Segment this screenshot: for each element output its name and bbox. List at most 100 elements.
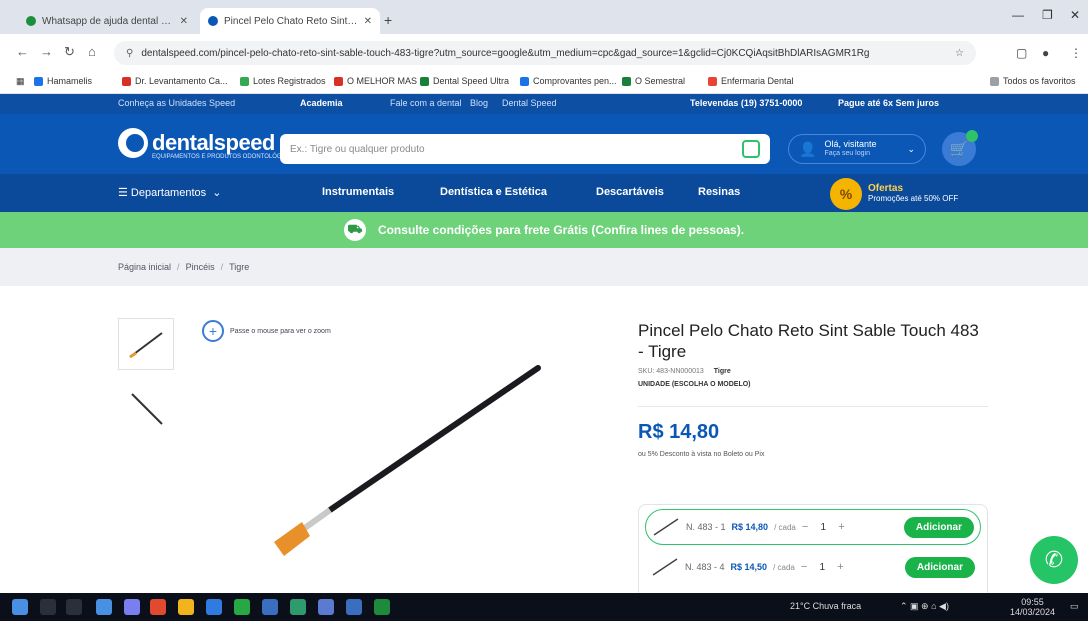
bookmark-item[interactable]: O Semestral: [622, 76, 685, 86]
brush-bristles: [274, 522, 310, 556]
os-taskbar: 21°C Chuva fraca ⌃ ▣ ⊕ ⌂ ◀) 09:55 14/03/2…: [0, 593, 1088, 621]
forward-icon[interactable]: →: [40, 44, 53, 59]
taskbar-app-icon[interactable]: [96, 599, 112, 615]
browser-tab-product[interactable]: Pincel Pelo Chato Reto Sint Sa... ✕: [200, 8, 380, 34]
site-info-icon[interactable]: ⚲: [126, 48, 133, 59]
add-to-cart-button[interactable]: Adicionar: [904, 556, 975, 578]
thumbnail-2[interactable]: [118, 384, 174, 436]
logo-tagline: EQUIPAMENTOS E PRODUTOS ODONTOLÓGICOS: [152, 154, 297, 160]
thumbnail-1[interactable]: [118, 318, 174, 370]
url-field[interactable]: ⚲ dentalspeed.com/pincel-pelo-chato-reto…: [114, 41, 976, 65]
excel-icon[interactable]: [374, 599, 390, 615]
extensions-icon[interactable]: ▢: [1016, 46, 1027, 60]
nav-dentistica[interactable]: Dentística e Estética: [440, 186, 547, 198]
qty-increase-button[interactable]: +: [838, 521, 844, 533]
taskbar-app-icon[interactable]: [206, 599, 222, 615]
product-main-image[interactable]: [240, 350, 560, 570]
notifications-icon[interactable]: ▭: [1070, 601, 1079, 612]
search-icon[interactable]: [40, 599, 56, 615]
qty-value[interactable]: 1: [813, 562, 831, 573]
tab-close-icon[interactable]: ✕: [180, 16, 188, 27]
taskbar-app-icon[interactable]: [318, 599, 334, 615]
phone-sales[interactable]: Televendas (19) 3751-0000: [690, 98, 802, 108]
all-bookmarks[interactable]: Todos os favoritos: [990, 76, 1076, 86]
breadcrumb-category[interactable]: Pincéis: [186, 262, 215, 272]
bookmarks-bar: ▦ Hamamelis Dr. Levantamento Ca... Lotes…: [0, 72, 1088, 94]
task-view-icon[interactable]: [66, 599, 82, 615]
offers-sub: Promoções até 50% OFF: [868, 194, 959, 203]
brush-thumbnail-icon: [131, 393, 163, 425]
topstrip-link[interactable]: Blog: [470, 98, 488, 108]
topstrip-link[interactable]: Academia: [300, 98, 343, 108]
qty-value[interactable]: 1: [814, 522, 832, 533]
whatsapp-button[interactable]: ✆: [1030, 536, 1078, 584]
zoom-icon: +: [202, 320, 224, 342]
free-shipping-banner[interactable]: ⛟ Consulte condições para frete Grátis (…: [0, 212, 1088, 248]
bookmark-item[interactable]: Hamamelis: [34, 76, 92, 86]
cart-button[interactable]: 🛒: [942, 130, 978, 166]
clock[interactable]: 09:55 14/03/2024: [1010, 597, 1055, 617]
minimize-icon[interactable]: —: [1012, 8, 1024, 22]
weather-widget[interactable]: 21°C Chuva fraca: [790, 601, 861, 611]
back-icon[interactable]: ←: [16, 44, 29, 59]
topstrip-link[interactable]: Fale com a dental: [390, 98, 462, 108]
reload-icon[interactable]: ↻: [64, 44, 75, 60]
restore-icon[interactable]: ❐: [1042, 8, 1053, 22]
offers-link[interactable]: % Ofertas Promoções até 50% OFF: [830, 178, 958, 210]
taskbar-app-icon[interactable]: [290, 599, 306, 615]
nav-descartaveis[interactable]: Descartáveis: [596, 186, 664, 198]
tab-close-icon[interactable]: ✕: [364, 16, 372, 27]
search-button[interactable]: [742, 140, 760, 158]
bookmark-item[interactable]: Comprovantes pen...: [520, 76, 617, 86]
bookmark-favicon-icon: [334, 76, 343, 86]
close-window-icon[interactable]: ✕: [1070, 8, 1080, 22]
bookmark-favicon-icon: [122, 76, 131, 86]
bookmark-item[interactable]: O MELHOR MAS: [334, 76, 417, 86]
search-input[interactable]: Ex.: Tigre ou qualquer produto: [280, 134, 770, 164]
qty-increase-button[interactable]: +: [837, 561, 843, 573]
home-icon[interactable]: ⌂: [88, 44, 96, 59]
dentalspeed-logo[interactable]: dentalspeed EQUIPAMENTOS E PRODUTOS ODON…: [118, 128, 296, 160]
brush-ferrule: [300, 507, 332, 533]
word-icon[interactable]: [262, 599, 278, 615]
search-placeholder: Ex.: Tigre ou qualquer produto: [290, 143, 425, 155]
product-sku: SKU: 483-NN000013: [638, 368, 704, 375]
tray-icons[interactable]: ⌃ ▣ ⊕ ⌂ ◀): [900, 601, 949, 612]
tab-label: Whatsapp de ajuda dental Ultrahigh: [42, 15, 174, 27]
taskbar-app-icon[interactable]: [150, 599, 166, 615]
taskbar-app-icon[interactable]: [124, 599, 140, 615]
departments-menu[interactable]: ☰ Departamentos ⌄: [118, 186, 221, 199]
profile-icon[interactable]: ●: [1042, 46, 1049, 60]
folder-icon[interactable]: [178, 599, 194, 615]
variant-row[interactable]: N. 483 - 1 R$ 14,80 / cada − 1 + Adicion…: [645, 509, 981, 545]
breadcrumb-home[interactable]: Página inicial: [118, 262, 171, 272]
address-bar-row: ← → ↻ ⌂ ⚲ dentalspeed.com/pincel-pelo-ch…: [0, 34, 1088, 72]
nav-resinas[interactable]: Resinas: [698, 186, 740, 198]
account-menu[interactable]: 👤 Olá, visitante Faça seu login ⌄: [788, 134, 926, 164]
bookmark-item[interactable]: Enfermaria Dental: [708, 76, 794, 86]
nav-instrumentais[interactable]: Instrumentais: [322, 186, 394, 198]
topstrip-link[interactable]: Conheça as Unidades Speed: [118, 98, 235, 108]
qty-decrease-button[interactable]: −: [801, 561, 807, 573]
bookmark-item[interactable]: Dental Speed Ultra: [420, 76, 509, 86]
browser-tab-whatsapp[interactable]: Whatsapp de ajuda dental Ultrahigh ✕: [18, 8, 196, 34]
bookmark-item[interactable]: Lotes Registrados: [240, 76, 326, 86]
taskbar-app-icon[interactable]: [346, 599, 362, 615]
tab-favicon-icon: [208, 16, 218, 26]
variant-row[interactable]: N. 483 - 4 R$ 14,50 / cada − 1 + Adicion…: [645, 549, 981, 585]
new-tab-button[interactable]: +: [384, 12, 392, 28]
menu-icon[interactable]: ⋮: [1070, 46, 1082, 60]
chrome-icon[interactable]: [234, 599, 250, 615]
variant-code: N. 483 - 4: [685, 562, 725, 572]
start-icon[interactable]: [12, 599, 28, 615]
add-to-cart-button[interactable]: Adicionar: [903, 516, 974, 538]
bookmark-star-icon[interactable]: ☆: [955, 48, 964, 59]
apps-icon[interactable]: ▦: [16, 76, 25, 87]
product-brand[interactable]: Tigre: [714, 368, 731, 375]
bookmark-item[interactable]: Dr. Levantamento Ca...: [122, 76, 228, 86]
qty-decrease-button[interactable]: −: [802, 521, 808, 533]
installments-promo[interactable]: Pague até 6x Sem juros: [838, 98, 939, 108]
product-info: Pincel Pelo Chato Reto Sint Sable Touch …: [638, 320, 988, 459]
topstrip-link[interactable]: Dental Speed: [502, 98, 557, 108]
logo-wordmark: dentalspeed: [152, 130, 275, 155]
